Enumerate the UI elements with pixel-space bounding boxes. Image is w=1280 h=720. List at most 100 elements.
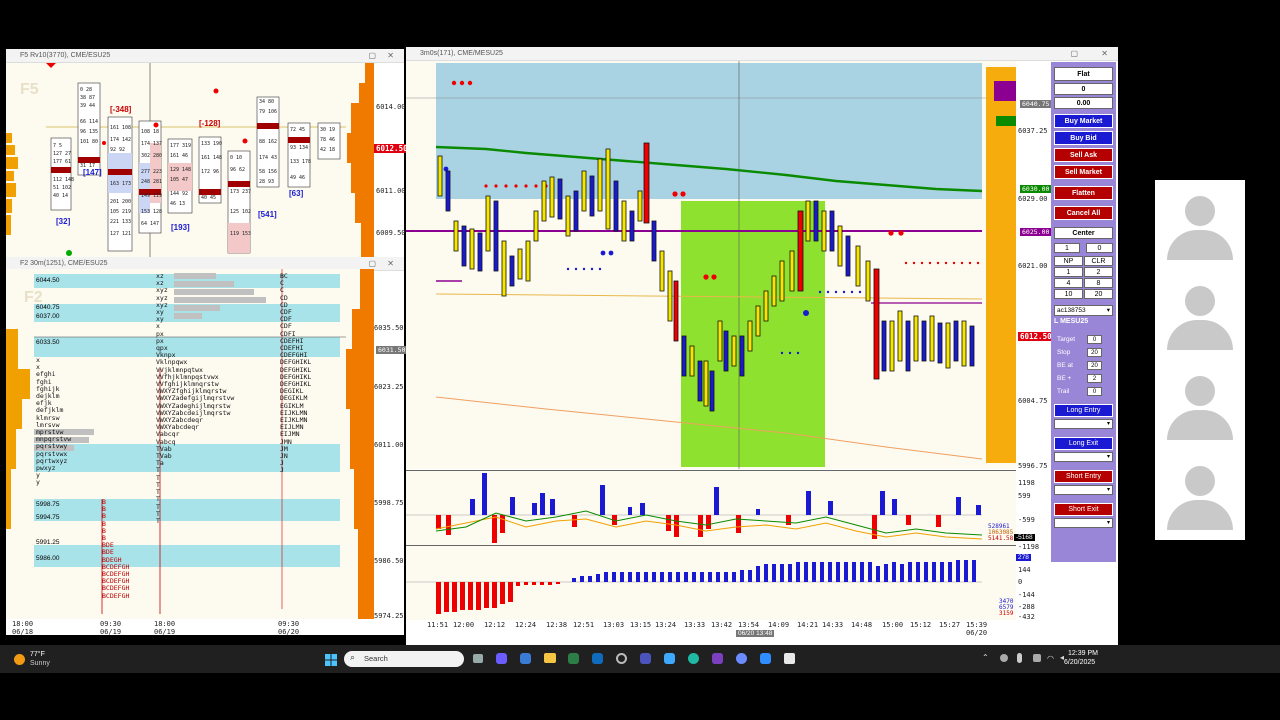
long-entry-select[interactable]: ▾ — [1054, 419, 1113, 429]
f2-chart-window[interactable]: F2 30m(1251), CME/ESU25 ▢ ✕ F2 x x efghi… — [6, 257, 408, 636]
folder-icon[interactable] — [544, 653, 556, 663]
qty-preset-button[interactable]: 20 — [1084, 289, 1113, 299]
cancel-all-button[interactable]: Cancel All — [1054, 206, 1113, 220]
svg-text:79 106: 79 106 — [259, 109, 277, 115]
settings-icon[interactable] — [616, 653, 627, 664]
svg-text:221 133: 221 133 — [110, 219, 131, 225]
participant-avatar[interactable] — [1155, 450, 1245, 540]
f5-title-bar[interactable]: F5 Rv10(3770), CME/ESU25 ▢ ✕ — [6, 49, 404, 63]
main-time-label: 14:21 — [797, 621, 819, 629]
f5-plot[interactable]: F5 7 5 127 27 177 61 112 148 51 102 40 1… — [6, 63, 374, 257]
task-view-icon[interactable] — [473, 654, 483, 663]
app-icon[interactable] — [520, 653, 531, 664]
be-at-label: BE at — [1057, 362, 1073, 369]
long-exit-button[interactable]: Long Exit — [1054, 437, 1113, 450]
f2-tpo-letters-col3: xz xz xyz xyz xyz xy xy x px px qpx Vknp… — [156, 272, 235, 525]
main-time-label: 14:09 — [768, 621, 790, 629]
qty-preset-button[interactable]: 10 — [1054, 289, 1083, 299]
sun-icon — [14, 654, 25, 665]
trail-field[interactable]: 0 — [1087, 387, 1102, 396]
f2-left-price-8: 5986.00 — [36, 555, 60, 562]
microphone-icon[interactable] — [1017, 653, 1022, 663]
delta-subplot[interactable] — [406, 545, 1016, 620]
main-chart-window[interactable]: 3m0s(171), CME/MESU25 ▢ ✕ 6040.75 6037.2… — [406, 47, 1118, 645]
clock-time[interactable]: 12:39 PM — [1068, 650, 1098, 657]
weather-desc: Sunny — [30, 660, 50, 667]
app-icon[interactable] — [760, 653, 771, 664]
long-entry-button[interactable]: Long Entry — [1054, 404, 1113, 417]
f5-delta-label-4: [32] — [56, 217, 71, 226]
short-entry-button[interactable]: Short Entry — [1054, 470, 1113, 483]
buy-bid-button[interactable]: Buy Bid — [1054, 131, 1113, 145]
center-button[interactable]: Center — [1054, 227, 1113, 239]
sell-ask-button[interactable]: Sell Ask — [1054, 148, 1113, 162]
teams-icon[interactable] — [640, 653, 651, 664]
np-button[interactable]: NP — [1054, 256, 1083, 266]
short-exit-select[interactable]: ▾ — [1054, 518, 1113, 528]
taskbar-search-box[interactable]: ⌕ Search — [344, 651, 464, 667]
app-icon[interactable] — [496, 653, 507, 664]
sell-market-button[interactable]: Sell Market — [1054, 165, 1113, 179]
main-tag-green: 6030.00 — [1020, 185, 1052, 193]
svg-text:46 13: 46 13 — [170, 201, 185, 207]
tray-icon[interactable] — [1033, 654, 1041, 662]
weather-widget[interactable]: 77°F Sunny — [12, 651, 72, 669]
svg-text:105 219: 105 219 — [110, 209, 131, 215]
svg-text:101 80: 101 80 — [80, 139, 98, 145]
svg-text:0 10: 0 10 — [230, 155, 242, 161]
svg-text:42 18: 42 18 — [320, 147, 335, 153]
short-exit-button[interactable]: Short Exit — [1054, 503, 1113, 516]
volume-subplot[interactable] — [406, 470, 1016, 545]
qty-preset-button[interactable]: 4 — [1054, 278, 1083, 288]
participant-avatar[interactable] — [1155, 360, 1245, 450]
account-select[interactable]: ac138753 ▾ — [1054, 305, 1113, 316]
wifi-icon[interactable]: ◠ — [1047, 654, 1054, 663]
main-time-label: 15:00 — [882, 621, 904, 629]
target-field[interactable]: 0 — [1087, 335, 1102, 344]
trail-label: Trail — [1057, 388, 1070, 395]
edge-icon[interactable] — [688, 653, 699, 664]
f2-plot[interactable]: F2 x x efghi fghi fghijk dejklm efjk def… — [6, 269, 374, 619]
clock-date[interactable]: 6/20/2025 — [1064, 659, 1095, 666]
app-icon[interactable] — [568, 653, 579, 664]
be-plus-field[interactable]: 2 — [1087, 374, 1102, 383]
maximize-icon[interactable]: ▢ — [1070, 47, 1078, 61]
volume-scale-4: -1198 — [1018, 543, 1040, 551]
maximize-icon[interactable]: ▢ — [368, 49, 376, 63]
svg-text:177 319: 177 319 — [170, 143, 191, 149]
svg-text:248 281: 248 281 — [141, 179, 162, 185]
visual-studio-icon[interactable] — [712, 653, 723, 664]
clr-button[interactable]: CLR — [1084, 256, 1113, 266]
buy-market-button[interactable]: Buy Market — [1054, 114, 1113, 128]
long-exit-select[interactable]: ▾ — [1054, 452, 1113, 462]
participant-avatar[interactable] — [1155, 270, 1245, 360]
main-price-plot[interactable] — [406, 61, 1016, 469]
quantity-right-field[interactable]: 0 — [1086, 243, 1113, 253]
outlook-icon[interactable] — [592, 653, 603, 664]
qty-preset-button[interactable]: 1 — [1054, 267, 1083, 277]
svg-text:173 237: 173 237 — [230, 189, 251, 195]
qty-preset-button[interactable]: 8 — [1084, 278, 1113, 288]
stop-field[interactable]: 20 — [1087, 348, 1102, 357]
app-icon[interactable] — [664, 653, 675, 664]
tray-icon[interactable] — [1000, 654, 1008, 662]
participant-avatar[interactable] — [1155, 180, 1245, 270]
short-entry-select[interactable]: ▾ — [1054, 485, 1113, 495]
start-icon[interactable] — [325, 653, 337, 666]
close-icon[interactable]: ✕ — [387, 49, 394, 63]
qty-preset-button[interactable]: 2 — [1084, 267, 1113, 277]
quantity-input[interactable]: 1 — [1054, 243, 1080, 253]
tray-chevron-icon[interactable]: ⌃ — [982, 653, 989, 662]
f5-price-1: 6014.00 — [376, 103, 406, 111]
f5-watermark: F5 — [20, 81, 39, 98]
close-icon[interactable]: ✕ — [387, 257, 394, 271]
close-icon[interactable]: ✕ — [1101, 47, 1108, 61]
f5-chart-window[interactable]: F5 Rv10(3770), CME/ESU25 ▢ ✕ F5 7 5 127 … — [6, 49, 410, 257]
be-at-field[interactable]: 20 — [1087, 361, 1102, 370]
main-title-bar[interactable]: 3m0s(171), CME/MESU25 ▢ ✕ — [406, 47, 1118, 61]
app-icon-active[interactable] — [736, 653, 747, 664]
app-icon[interactable] — [784, 653, 795, 664]
main-time-label: 13:03 — [603, 621, 625, 629]
flatten-button[interactable]: Flatten — [1054, 186, 1113, 200]
svg-text:201 200: 201 200 — [110, 199, 131, 205]
